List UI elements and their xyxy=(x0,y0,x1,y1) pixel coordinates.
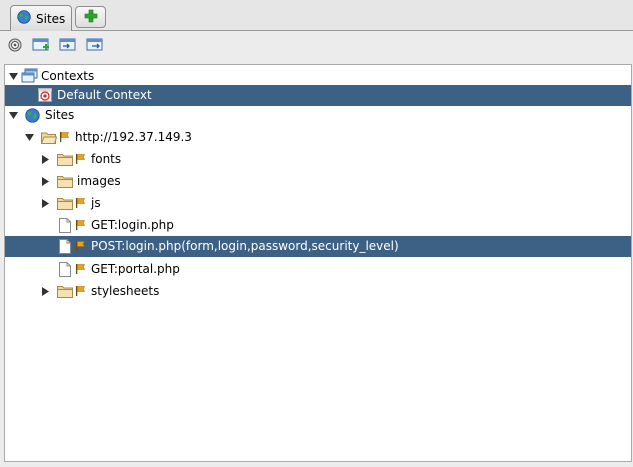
folder-icon xyxy=(57,153,73,169)
expanded-arrow-icon[interactable] xyxy=(9,72,18,81)
tab-strip: Sites xyxy=(0,0,633,31)
flag-icon xyxy=(75,219,86,234)
tree-node-images[interactable]: images xyxy=(5,171,631,192)
folder-icon xyxy=(57,175,73,191)
tree-node-js[interactable]: js xyxy=(5,193,631,214)
target-icon xyxy=(8,38,22,55)
add-tab-button[interactable] xyxy=(75,6,106,28)
collapsed-arrow-icon[interactable] xyxy=(41,177,50,186)
flag-icon xyxy=(75,197,86,212)
tree-node-label: fonts xyxy=(91,152,122,166)
flag-icon xyxy=(75,153,86,168)
new-context-icon xyxy=(32,38,50,55)
plus-icon xyxy=(84,9,98,26)
context-target-icon xyxy=(38,88,52,105)
page-icon xyxy=(59,262,71,280)
tree-node-label: GET:portal.php xyxy=(91,262,180,276)
tree-node-label: Contexts xyxy=(41,69,95,83)
flag-icon xyxy=(59,131,70,146)
page-icon xyxy=(59,239,71,257)
tree-node-label: http://192.37.149.3 xyxy=(75,130,192,144)
tree-node-label: Sites xyxy=(45,108,75,122)
expanded-arrow-icon[interactable] xyxy=(25,133,34,142)
new-context-button[interactable] xyxy=(30,38,51,56)
target-button[interactable] xyxy=(6,38,24,56)
globe-icon xyxy=(25,108,40,126)
tree-node-stylesheets[interactable]: stylesheets xyxy=(5,281,631,302)
collapsed-arrow-icon[interactable] xyxy=(41,155,50,164)
tab-sites-label: Sites xyxy=(36,11,66,26)
import-context-button[interactable] xyxy=(57,38,78,56)
tree-node-label: stylesheets xyxy=(91,284,160,298)
open-folder-icon xyxy=(40,131,58,147)
export-context-button[interactable] xyxy=(84,38,105,56)
flag-icon xyxy=(75,240,86,255)
sites-tree[interactable]: Contexts Default Context Sites http://19… xyxy=(4,64,632,462)
tree-node-label: Default Context xyxy=(57,88,152,102)
tree-node-label: images xyxy=(77,174,121,188)
tree-node-post-login[interactable]: POST:login.php(form,login,password,secur… xyxy=(5,236,631,257)
import-context-icon xyxy=(59,38,77,55)
collapsed-arrow-icon[interactable] xyxy=(41,287,50,296)
tree-node-sites[interactable]: Sites xyxy=(5,105,631,126)
flag-icon xyxy=(75,263,86,278)
contexts-icon xyxy=(21,68,38,86)
toolbar xyxy=(0,32,633,61)
tree-node-get-portal[interactable]: GET:portal.php xyxy=(5,259,631,280)
tree-node-get-login[interactable]: GET:login.php xyxy=(5,215,631,236)
tree-node-host[interactable]: http://192.37.149.3 xyxy=(5,127,631,148)
tree-node-default-context[interactable]: Default Context xyxy=(5,85,631,106)
export-context-icon xyxy=(86,38,104,55)
flag-icon xyxy=(75,285,86,300)
expanded-arrow-icon[interactable] xyxy=(9,111,18,120)
tab-sites[interactable]: Sites xyxy=(10,5,72,31)
tree-node-label: GET:login.php xyxy=(91,218,174,232)
tree-node-fonts[interactable]: fonts xyxy=(5,149,631,170)
collapsed-arrow-icon[interactable] xyxy=(41,199,50,208)
folder-icon xyxy=(57,197,73,213)
tree-node-label: POST:login.php(form,login,password,secur… xyxy=(91,239,399,253)
globe-icon xyxy=(17,10,31,27)
tree-node-label: js xyxy=(91,196,101,210)
page-icon xyxy=(59,218,71,236)
folder-icon xyxy=(57,285,73,301)
tree-node-contexts[interactable]: Contexts xyxy=(5,66,631,87)
